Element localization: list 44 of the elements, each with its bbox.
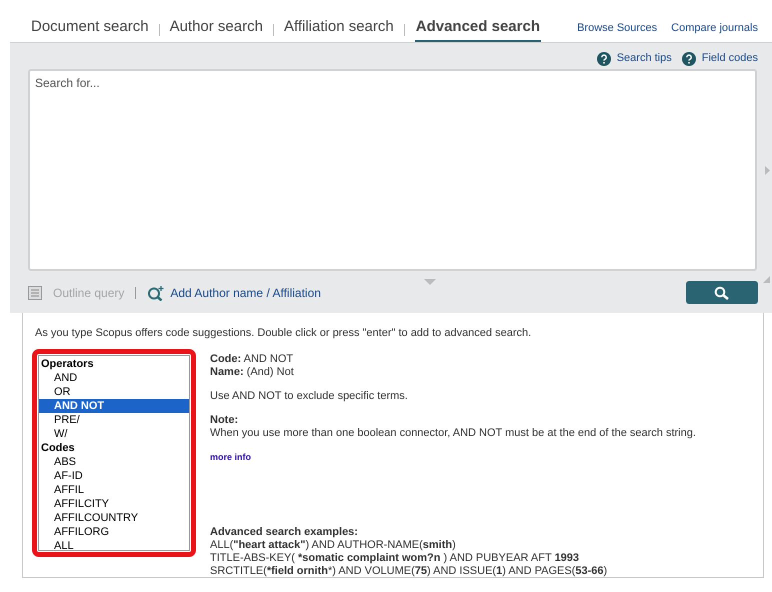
nav-link[interactable]: Compare journals bbox=[671, 20, 758, 36]
name-line: Name: (And) Not bbox=[210, 366, 295, 378]
description-text: Use AND NOT to exclude specific terms. bbox=[210, 390, 409, 402]
search-tab[interactable]: Affiliation search bbox=[284, 16, 394, 42]
document-icon bbox=[28, 286, 42, 300]
list-option[interactable]: AFFILCITY bbox=[39, 496, 189, 510]
nav-link[interactable]: Browse Sources bbox=[577, 20, 658, 36]
examples-heading: Advanced search examples: bbox=[210, 526, 359, 538]
example-query: TITLE-ABS-KEY( *somatic complaint wom?n ) AND PUBYEAR AFT 1993 bbox=[210, 552, 580, 564]
help-link[interactable]: Field codes bbox=[702, 50, 758, 67]
code-listbox[interactable]: Operators AND OR AND NOT PRE/ W/ Codes ABS AF-ID AFFIL AFFILCITY AFFILCOUNTRY AFFILORG ALL bbox=[38, 354, 190, 550]
hint-text: As you type Scopus offers code suggestions. Double click or press "enter" to add to advanced search. bbox=[34, 326, 532, 341]
list-option[interactable]: AFFILCOUNTRY bbox=[39, 510, 189, 524]
list-option[interactable]: AF-ID bbox=[39, 468, 189, 482]
list-option[interactable]: AND bbox=[39, 370, 189, 384]
search-tab[interactable]: Author search bbox=[170, 16, 263, 42]
list-option[interactable]: PRE/ bbox=[39, 412, 189, 426]
help-link[interactable]: Search tips bbox=[616, 50, 672, 67]
resize-handle-icon bbox=[424, 279, 436, 285]
list-group-header: Codes bbox=[40, 440, 76, 454]
search-button[interactable] bbox=[686, 281, 758, 304]
note-text: When you use more than one boolean connector, AND NOT must be at the end of the search string. bbox=[210, 426, 697, 440]
help-icon bbox=[682, 52, 696, 66]
more-info-link[interactable]: more info bbox=[210, 450, 252, 464]
example-query: SRCTITLE(*field ornith*) AND VOLUME(75) AND ISSUE(1) AND PAGES(53-66) bbox=[210, 564, 608, 578]
note-heading: Note: bbox=[210, 414, 240, 426]
list-option[interactable]: AFFIL bbox=[39, 482, 189, 496]
resize-grip-icon bbox=[763, 276, 770, 283]
expand-arrow-icon bbox=[765, 166, 770, 175]
add-author-link[interactable]: Add Author name / Affiliation bbox=[170, 284, 321, 302]
example-query: ALL("heart attack") AND AUTHOR-NAME(smith) bbox=[210, 538, 457, 552]
search-tab[interactable]: Document search bbox=[31, 16, 149, 42]
list-option[interactable]: ALL bbox=[39, 538, 189, 552]
list-option[interactable]: ABS bbox=[39, 454, 189, 468]
search-add-icon bbox=[147, 284, 166, 300]
list-option[interactable]: W/ bbox=[39, 426, 189, 440]
search-icon bbox=[714, 286, 730, 300]
list-option[interactable]: OR bbox=[39, 384, 189, 398]
list-option[interactable]: AND NOT bbox=[39, 398, 189, 412]
search-field[interactable]: Search for... bbox=[28, 69, 757, 271]
help-icon bbox=[596, 52, 611, 66]
list-group-header: Operators bbox=[40, 356, 95, 370]
code-line: Code: AND NOT bbox=[210, 352, 294, 366]
list-option[interactable]: AFFILORG bbox=[39, 524, 189, 538]
